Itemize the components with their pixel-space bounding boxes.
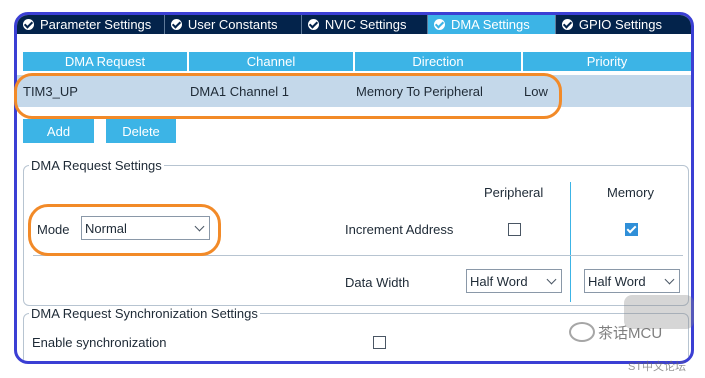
- tab-label: User Constants: [187, 17, 278, 32]
- chat-icon: [569, 322, 595, 342]
- check-icon: [307, 19, 319, 30]
- tab-user-constants[interactable]: User Constants: [165, 15, 302, 34]
- group-title: DMA Request Settings: [31, 158, 162, 173]
- mode-value: Normal: [85, 220, 127, 236]
- group-title: DMA Request Synchronization Settings: [31, 306, 258, 321]
- settings-panel: Parameter Settings User Constants NVIC S…: [14, 12, 694, 364]
- chevron-down-icon: [546, 274, 557, 285]
- increment-address-label: Increment Address: [345, 222, 454, 237]
- cell-priority: Low: [524, 83, 548, 99]
- tab-parameter-settings[interactable]: Parameter Settings: [17, 15, 165, 34]
- column-header-direction[interactable]: Direction: [355, 52, 523, 71]
- divider: [33, 255, 683, 256]
- column-header-priority[interactable]: Priority: [523, 52, 691, 71]
- data-width-peripheral-select[interactable]: Half Word: [466, 269, 562, 293]
- data-width-memory-value: Half Word: [588, 273, 646, 289]
- check-icon: [561, 19, 573, 30]
- dma-table-header: DMA Request Channel Direction Priority: [23, 52, 691, 71]
- data-width-peripheral-value: Half Word: [470, 273, 528, 289]
- tab-label: DMA Settings: [450, 17, 530, 32]
- cell-direction: Memory To Peripheral: [356, 83, 483, 99]
- mode-label: Mode: [37, 222, 70, 237]
- tab-nvic-settings[interactable]: NVIC Settings: [302, 15, 428, 34]
- tab-label: NVIC Settings: [324, 17, 407, 32]
- increment-memory-checkbox[interactable]: [625, 223, 638, 236]
- tab-dma-settings[interactable]: DMA Settings: [427, 15, 556, 34]
- check-icon: [170, 19, 182, 30]
- data-width-memory-select[interactable]: Half Word: [584, 269, 680, 293]
- chevron-down-icon: [664, 274, 675, 285]
- enable-sync-label: Enable synchronization: [32, 335, 167, 350]
- chevron-down-icon: [194, 221, 205, 232]
- cell-channel: DMA1 Channel 1: [190, 83, 289, 99]
- increment-peripheral-checkbox[interactable]: [508, 223, 521, 236]
- peripheral-column-label: Peripheral: [484, 185, 544, 200]
- check-icon: [433, 19, 445, 30]
- watermark-text: 茶话MCU: [598, 325, 663, 342]
- column-header-dma-request[interactable]: DMA Request: [23, 52, 189, 71]
- memory-column-label: Memory: [607, 185, 654, 200]
- enable-sync-checkbox[interactable]: [373, 336, 386, 349]
- table-row[interactable]: TIM3_UP DMA1 Channel 1 Memory To Periphe…: [17, 75, 691, 107]
- watermark-subtext: ST中文论坛: [628, 361, 687, 373]
- mode-select[interactable]: Normal: [81, 216, 210, 240]
- column-header-channel[interactable]: Channel: [189, 52, 355, 71]
- cell-dma-request: TIM3_UP: [23, 83, 78, 99]
- add-button[interactable]: Add: [23, 119, 94, 143]
- column-divider: [570, 182, 571, 302]
- check-icon: [23, 19, 34, 30]
- delete-button[interactable]: Delete: [106, 119, 176, 143]
- tab-gpio-settings[interactable]: GPIO Settings: [556, 15, 691, 34]
- tab-label: GPIO Settings: [578, 17, 662, 32]
- tab-label: Parameter Settings: [40, 17, 152, 32]
- tab-bar: Parameter Settings User Constants NVIC S…: [17, 15, 691, 34]
- data-width-label: Data Width: [345, 275, 410, 290]
